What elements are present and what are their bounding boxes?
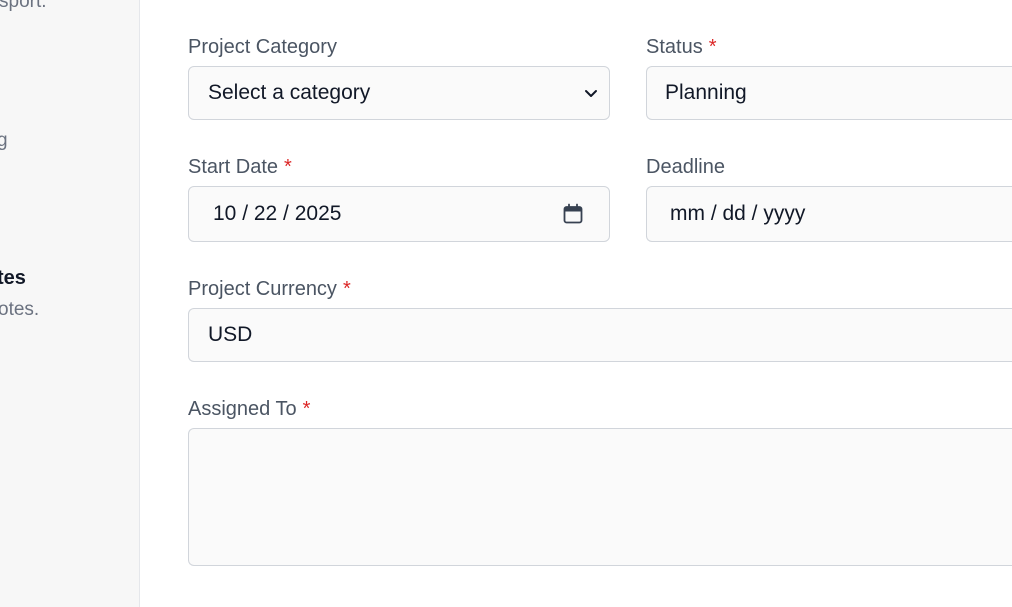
calendar-icon[interactable]	[561, 202, 585, 226]
project-category-select[interactable]: Select a category	[188, 66, 610, 120]
project-category-label: Project Category	[188, 36, 337, 58]
project-currency-field[interactable]: USD	[188, 308, 1012, 362]
status-value: Planning	[665, 81, 747, 104]
project-currency-value: USD	[208, 323, 253, 346]
start-date-label: Start Date *	[188, 156, 292, 178]
assigned-to-label: Assigned To *	[188, 398, 311, 420]
required-asterisk: *	[302, 398, 311, 420]
deadline-input[interactable]: mm / dd / yyyy	[646, 186, 1012, 242]
start-date-value: 10 / 22 / 2025	[213, 202, 342, 225]
status-label: Status *	[646, 36, 717, 58]
required-asterisk: *	[342, 278, 351, 300]
sidebar-section-title: tes	[0, 267, 26, 289]
deadline-label: Deadline	[646, 156, 725, 178]
page: sport. g tes otes. Project Category Sele…	[0, 0, 1012, 607]
start-date-input[interactable]: 10 / 22 / 2025	[188, 186, 610, 242]
required-asterisk: *	[284, 156, 292, 178]
project-category-selected-value: Select a category	[208, 81, 371, 104]
deadline-placeholder: mm / dd / yyyy	[670, 202, 806, 225]
status-field[interactable]: Planning	[646, 66, 1012, 120]
chevron-down-icon	[585, 90, 597, 97]
sidebar-section-description: otes.	[0, 299, 40, 320]
required-asterisk: *	[708, 36, 717, 58]
sidebar: sport. g tes otes.	[0, 0, 140, 607]
sidebar-text-fragment: sport.	[0, 0, 47, 12]
sidebar-text-fragment: g	[0, 131, 8, 150]
project-currency-label: Project Currency *	[188, 278, 351, 300]
assigned-to-textarea[interactable]	[188, 428, 1012, 566]
